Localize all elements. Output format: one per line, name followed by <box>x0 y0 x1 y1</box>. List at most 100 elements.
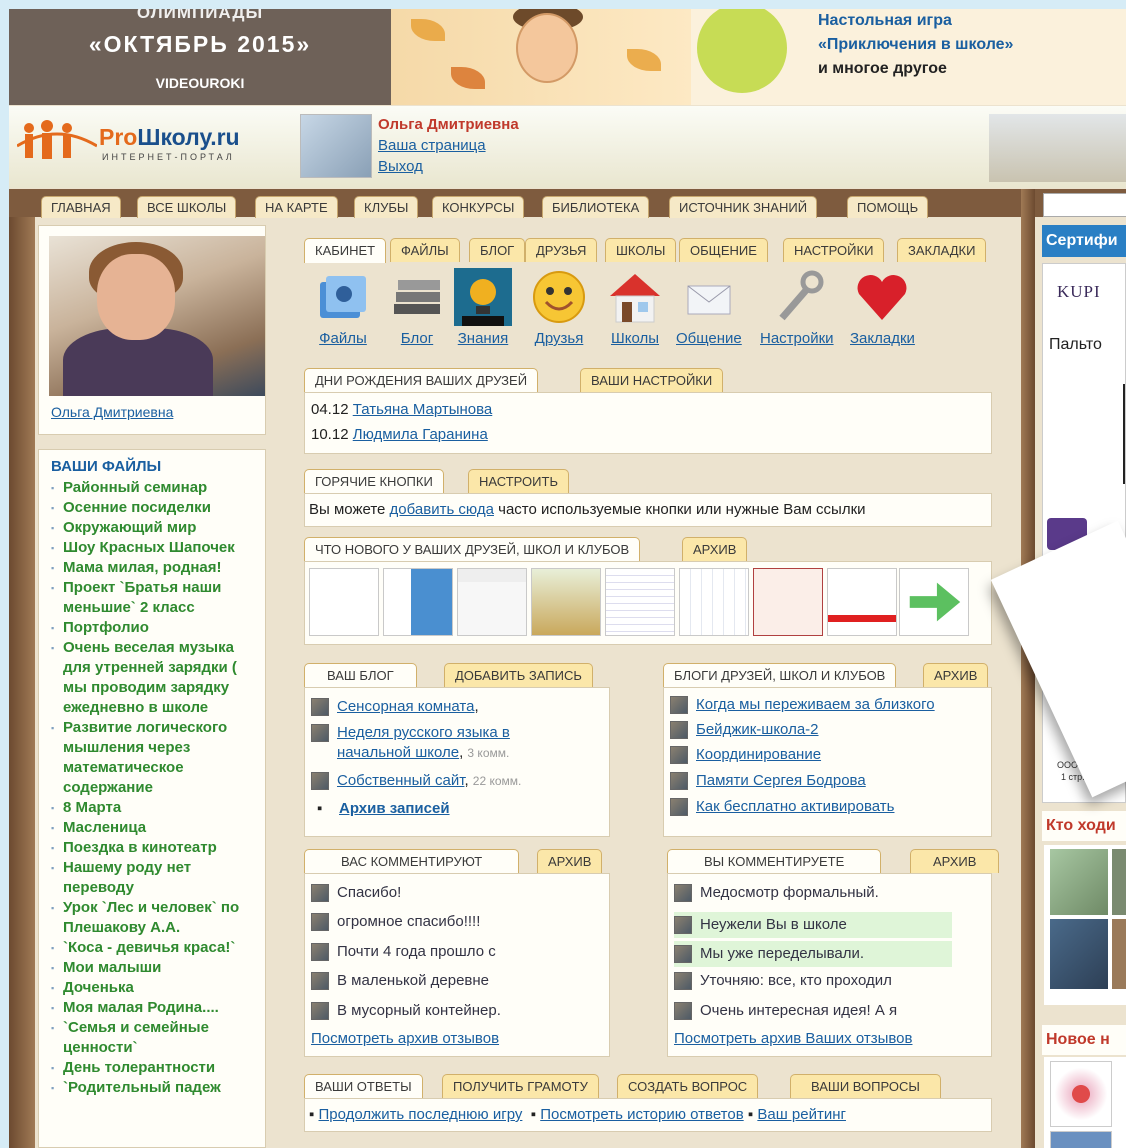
tab-my-blog[interactable]: ВАШ БЛОГ <box>304 663 417 688</box>
nav-contests[interactable]: КОНКУРСЫ <box>432 196 525 218</box>
icon-friends[interactable]: Друзья <box>530 268 588 347</box>
tab-settings[interactable]: НАСТРОЙКИ <box>783 238 885 262</box>
icon-label[interactable]: Школы <box>611 330 659 347</box>
file-item[interactable]: Мама милая, родная! <box>51 558 261 578</box>
news-thumbnail[interactable] <box>383 568 453 636</box>
birthday-friend-link[interactable]: Людмила Гаранина <box>353 426 488 443</box>
file-item[interactable]: Развитие логического мышления через мате… <box>51 718 261 798</box>
profile-photo[interactable] <box>49 236 265 396</box>
icon-files[interactable]: Файлы <box>314 268 372 347</box>
file-item[interactable]: `Семья и семейные ценности` <box>51 1018 261 1058</box>
news-thumbnail[interactable] <box>753 568 823 636</box>
tab-communication[interactable]: ОБЩЕНИЕ <box>679 238 768 262</box>
visitor-avatar[interactable] <box>1050 849 1108 915</box>
new-item-thumb[interactable] <box>1050 1061 1112 1127</box>
comment-item[interactable]: Спасибо! <box>311 884 401 903</box>
file-item[interactable]: Портфолио <box>51 618 261 638</box>
tab-bookmarks[interactable]: ЗАКЛАДКИ <box>897 238 987 262</box>
file-item[interactable]: Масленица <box>51 818 261 838</box>
nav-knowledge[interactable]: ИСТОЧНИК ЗНАНИЙ <box>669 196 818 218</box>
tab-create-question[interactable]: СОЗДАТЬ ВОПРОС <box>617 1074 759 1098</box>
friend-blog-link[interactable]: Координирование <box>696 746 821 763</box>
rating-link[interactable]: Ваш рейтинг <box>757 1106 846 1123</box>
tab-birthdays[interactable]: ДНИ РОЖДЕНИЯ ВАШИХ ДРУЗЕЙ <box>304 368 539 393</box>
icon-label[interactable]: Друзья <box>535 330 584 347</box>
file-item[interactable]: Моя малая Родина.... <box>51 998 261 1018</box>
comment-item[interactable]: огромное спасибо!!!! <box>311 913 480 932</box>
tab-hot-buttons[interactable]: ГОРЯЧИЕ КНОПКИ <box>304 469 444 494</box>
comment-item[interactable]: Уточняю: все, кто проходил <box>674 972 952 991</box>
site-logo[interactable]: ProШколу.ru <box>99 124 240 151</box>
tab-comments-to-you[interactable]: ВАС КОММЕНТИРУЮТ <box>304 849 520 874</box>
logout-link[interactable]: Выход <box>378 158 423 175</box>
friend-blog-link[interactable]: Как бесплатно активировать <box>696 798 894 815</box>
tab-blog[interactable]: БЛОГ <box>469 238 526 262</box>
icon-communication[interactable]: Общение <box>676 268 742 347</box>
comment-item[interactable]: В мусорный контейнер. <box>311 1002 501 1021</box>
icon-knowledge[interactable]: Знания <box>454 268 512 347</box>
tab-comments-out-archive[interactable]: АРХИВ <box>910 849 1000 873</box>
ad-banner[interactable]: ОЛИМПИАДЫ «ОКТЯБРЬ 2015» VIDEOUROKI Наст… <box>9 9 1126 105</box>
my-page-link[interactable]: Ваша страница <box>378 137 486 154</box>
file-item[interactable]: Проект `Братья наши меньшие` 2 класс <box>51 578 261 618</box>
icon-label[interactable]: Настройки <box>760 330 834 347</box>
visitor-avatar[interactable] <box>1112 849 1126 915</box>
file-item[interactable]: Очень веселая музыка для утренней зарядк… <box>51 638 261 718</box>
tab-schools[interactable]: ШКОЛЫ <box>605 238 677 262</box>
friend-blog-link[interactable]: Бейджик-школа-2 <box>696 721 819 738</box>
file-item[interactable]: Доченька <box>51 978 261 998</box>
file-item[interactable]: 8 Марта <box>51 798 261 818</box>
visitor-avatar[interactable] <box>1050 919 1108 989</box>
file-item[interactable]: Шоу Красных Шапочек <box>51 538 261 558</box>
file-item[interactable]: Окружающий мир <box>51 518 261 538</box>
search-input[interactable] <box>1043 193 1126 217</box>
new-item-thumb[interactable] <box>1050 1131 1112 1148</box>
certificates-header[interactable]: Сертифи <box>1042 225 1126 257</box>
nav-library[interactable]: БИБЛИОТЕКА <box>542 196 650 218</box>
blog-post-link[interactable]: Неделя русского языка в <box>337 724 510 741</box>
olympiad-banner[interactable]: ОЛИМПИАДЫ «ОКТЯБРЬ 2015» VIDEOUROKI <box>9 9 391 105</box>
birthday-friend-link[interactable]: Татьяна Мартынова <box>353 401 493 418</box>
continue-game-link[interactable]: Продолжить последнюю игру <box>319 1106 523 1123</box>
file-item[interactable]: День толерантности <box>51 1058 261 1078</box>
tab-add-post[interactable]: ДОБАВИТЬ ЗАПИСЬ <box>444 663 593 687</box>
icon-settings[interactable]: Настройки <box>760 268 834 347</box>
file-item[interactable]: Районный семинар <box>51 478 261 498</box>
tab-files[interactable]: ФАЙЛЫ <box>390 238 460 262</box>
file-item[interactable]: Осенние посиделки <box>51 498 261 518</box>
blog-archive-link[interactable]: Архив записей <box>339 800 450 817</box>
tab-friends-blogs-archive[interactable]: АРХИВ <box>923 663 989 687</box>
file-item[interactable]: Мои малыши <box>51 958 261 978</box>
friend-blog-link[interactable]: Памяти Сергея Бодрова <box>696 772 866 789</box>
nav-all-schools[interactable]: ВСЕ ШКОЛЫ <box>137 196 237 218</box>
tab-whats-new[interactable]: ЧТО НОВОГО У ВАШИХ ДРУЗЕЙ, ШКОЛ И КЛУБОВ <box>304 537 641 562</box>
visitor-avatar[interactable] <box>1112 919 1126 989</box>
icon-bookmarks[interactable]: Закладки <box>850 268 915 347</box>
blog-post-link[interactable]: начальной школе <box>337 744 459 761</box>
tab-your-settings[interactable]: ВАШИ НАСТРОЙКИ <box>580 368 724 392</box>
news-thumbnail[interactable] <box>457 568 527 636</box>
tab-news-archive[interactable]: АРХИВ <box>682 537 748 561</box>
tab-comments-in-archive[interactable]: АРХИВ <box>537 849 603 873</box>
tab-friends-blogs[interactable]: БЛОГИ ДРУЗЕЙ, ШКОЛ И КЛУБОВ <box>663 663 897 688</box>
nav-map[interactable]: НА КАРТЕ <box>255 196 338 218</box>
news-thumbnail[interactable] <box>679 568 749 636</box>
icon-label[interactable]: Знания <box>458 330 508 347</box>
user-avatar[interactable] <box>300 114 372 178</box>
comment-item[interactable]: Мы уже переделывали. <box>674 941 952 967</box>
add-here-link[interactable]: добавить сюда <box>390 501 494 518</box>
nav-home[interactable]: ГЛАВНАЯ <box>41 196 121 218</box>
blog-post-link[interactable]: Собственный сайт <box>337 772 464 789</box>
comment-item[interactable]: Медосмотр формальный. <box>674 884 952 903</box>
file-item[interactable]: Урок `Лес и человек` по Плешакову А.А. <box>51 898 261 938</box>
comment-item[interactable]: Очень интересная идея! А я <box>674 1002 952 1021</box>
comment-item[interactable]: Почти 4 года прошло с <box>311 943 496 962</box>
comments-archive-link[interactable]: Посмотреть архив отзывов <box>311 1030 499 1047</box>
nav-clubs[interactable]: КЛУБЫ <box>354 196 419 218</box>
profile-name-link[interactable]: Ольга Дмитриевна <box>51 404 173 420</box>
icon-blog[interactable]: Блог <box>388 268 446 347</box>
icon-label[interactable]: Файлы <box>319 330 367 347</box>
tab-get-certificate[interactable]: ПОЛУЧИТЬ ГРАМОТУ <box>442 1074 599 1098</box>
news-thumbnail[interactable] <box>827 568 897 636</box>
icon-schools[interactable]: Школы <box>606 268 664 347</box>
